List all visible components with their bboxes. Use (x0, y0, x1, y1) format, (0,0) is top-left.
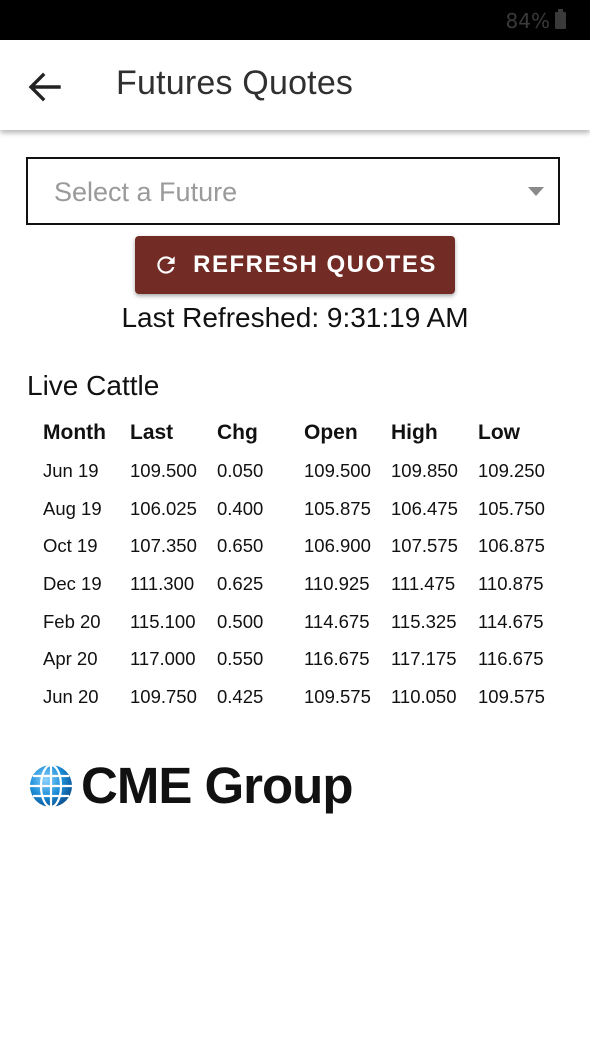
cell-open: 114.675 (304, 610, 370, 632)
commodity-title: Live Cattle (27, 370, 160, 401)
cell-last: 109.750 (130, 685, 197, 707)
table-row: Aug 19 106.025 0.400 105.875 106.475 105… (43, 490, 565, 528)
refresh-icon (157, 256, 175, 274)
cell-low: 105.750 (478, 497, 545, 519)
cell-chg: 0.625 (217, 572, 264, 594)
cell-chg: 0.425 (217, 685, 264, 707)
future-select-placeholder: Select a Future (54, 177, 238, 207)
cme-group-wordmark: CME Group (81, 757, 353, 814)
cell-low: 106.875 (478, 535, 545, 557)
table-row: Jun 19 109.500 0.050 109.500 109.850 109… (43, 450, 565, 490)
column-header-month: Month (43, 421, 106, 444)
cell-open: 109.575 (304, 685, 371, 707)
cell-low: 116.675 (478, 648, 544, 670)
cell-open: 106.900 (304, 535, 371, 557)
battery-percentage: 84% (505, 9, 550, 33)
globe-icon (30, 763, 72, 808)
cell-high: 115.325 (391, 610, 457, 632)
cell-last: 115.100 (130, 610, 196, 632)
cell-last: 109.500 (130, 459, 197, 481)
cell-high: 107.575 (391, 535, 458, 557)
cell-chg: 0.400 (217, 497, 264, 519)
table-header-row: Month Last Chg Open High Low (43, 416, 565, 450)
cme-group-logo: CME Group (28, 756, 353, 815)
cell-chg: 0.650 (217, 535, 264, 557)
cell-open: 110.925 (304, 572, 370, 594)
table-row: Feb 20 115.100 0.500 114.675 115.325 114… (43, 603, 565, 641)
cell-month: Oct 19 (43, 535, 98, 557)
column-header-chg: Chg (217, 421, 258, 444)
cell-high: 109.850 (391, 459, 458, 481)
cell-month: Jun 19 (43, 459, 99, 481)
cell-low: 110.875 (478, 572, 544, 594)
column-header-low: Low (478, 421, 520, 444)
cell-low: 109.575 (478, 685, 545, 707)
refresh-quotes-button[interactable]: REFRESH QUOTES (135, 236, 455, 294)
cell-month: Dec 19 (43, 572, 102, 594)
cell-open: 105.875 (304, 497, 371, 519)
quotes-table: Month Last Chg Open High Low Jun 19 109.… (43, 416, 565, 716)
cell-open: 116.675 (304, 648, 370, 670)
cell-last: 111.300 (130, 572, 195, 594)
refresh-quotes-label: REFRESH QUOTES (193, 251, 437, 278)
cell-last: 107.350 (130, 535, 197, 557)
cell-high: 110.050 (391, 685, 457, 707)
caret-down-icon (528, 187, 544, 196)
cell-last: 106.025 (130, 497, 197, 519)
last-refreshed-text: Last Refreshed: 9:31:19 AM (121, 302, 469, 333)
cell-chg: 0.050 (217, 459, 264, 481)
battery-icon (555, 9, 566, 29)
future-select[interactable]: Select a Future (26, 157, 560, 225)
table-row: Apr 20 117.000 0.550 116.675 117.175 116… (43, 640, 565, 678)
cell-low: 109.250 (478, 459, 545, 481)
column-header-last: Last (130, 421, 174, 444)
cell-month: Apr 20 (43, 648, 98, 670)
table-row: Oct 19 107.350 0.650 106.900 107.575 106… (43, 527, 565, 565)
cell-month: Jun 20 (43, 685, 99, 707)
cell-high: 117.175 (391, 648, 457, 670)
back-button[interactable] (22, 64, 68, 110)
cell-chg: 0.500 (217, 610, 264, 632)
cell-open: 109.500 (304, 459, 371, 481)
cell-month: Aug 19 (43, 497, 102, 519)
column-header-high: High (391, 421, 438, 444)
app-bar: Futures Quotes (0, 40, 590, 130)
cell-chg: 0.550 (217, 648, 264, 670)
cell-low: 114.675 (478, 610, 544, 632)
status-bar: 84% (0, 0, 590, 40)
page-title: Futures Quotes (116, 64, 354, 102)
table-row: Jun 20 109.750 0.425 109.575 110.050 109… (43, 678, 565, 716)
cell-month: Feb 20 (43, 610, 101, 632)
arrow-left-icon (28, 72, 61, 102)
cell-high: 106.475 (391, 497, 458, 519)
table-row: Dec 19 111.300 0.625 110.925 111.475 110… (43, 565, 565, 603)
cell-high: 111.475 (391, 572, 456, 594)
column-header-open: Open (304, 421, 358, 444)
cell-last: 117.000 (130, 648, 196, 670)
